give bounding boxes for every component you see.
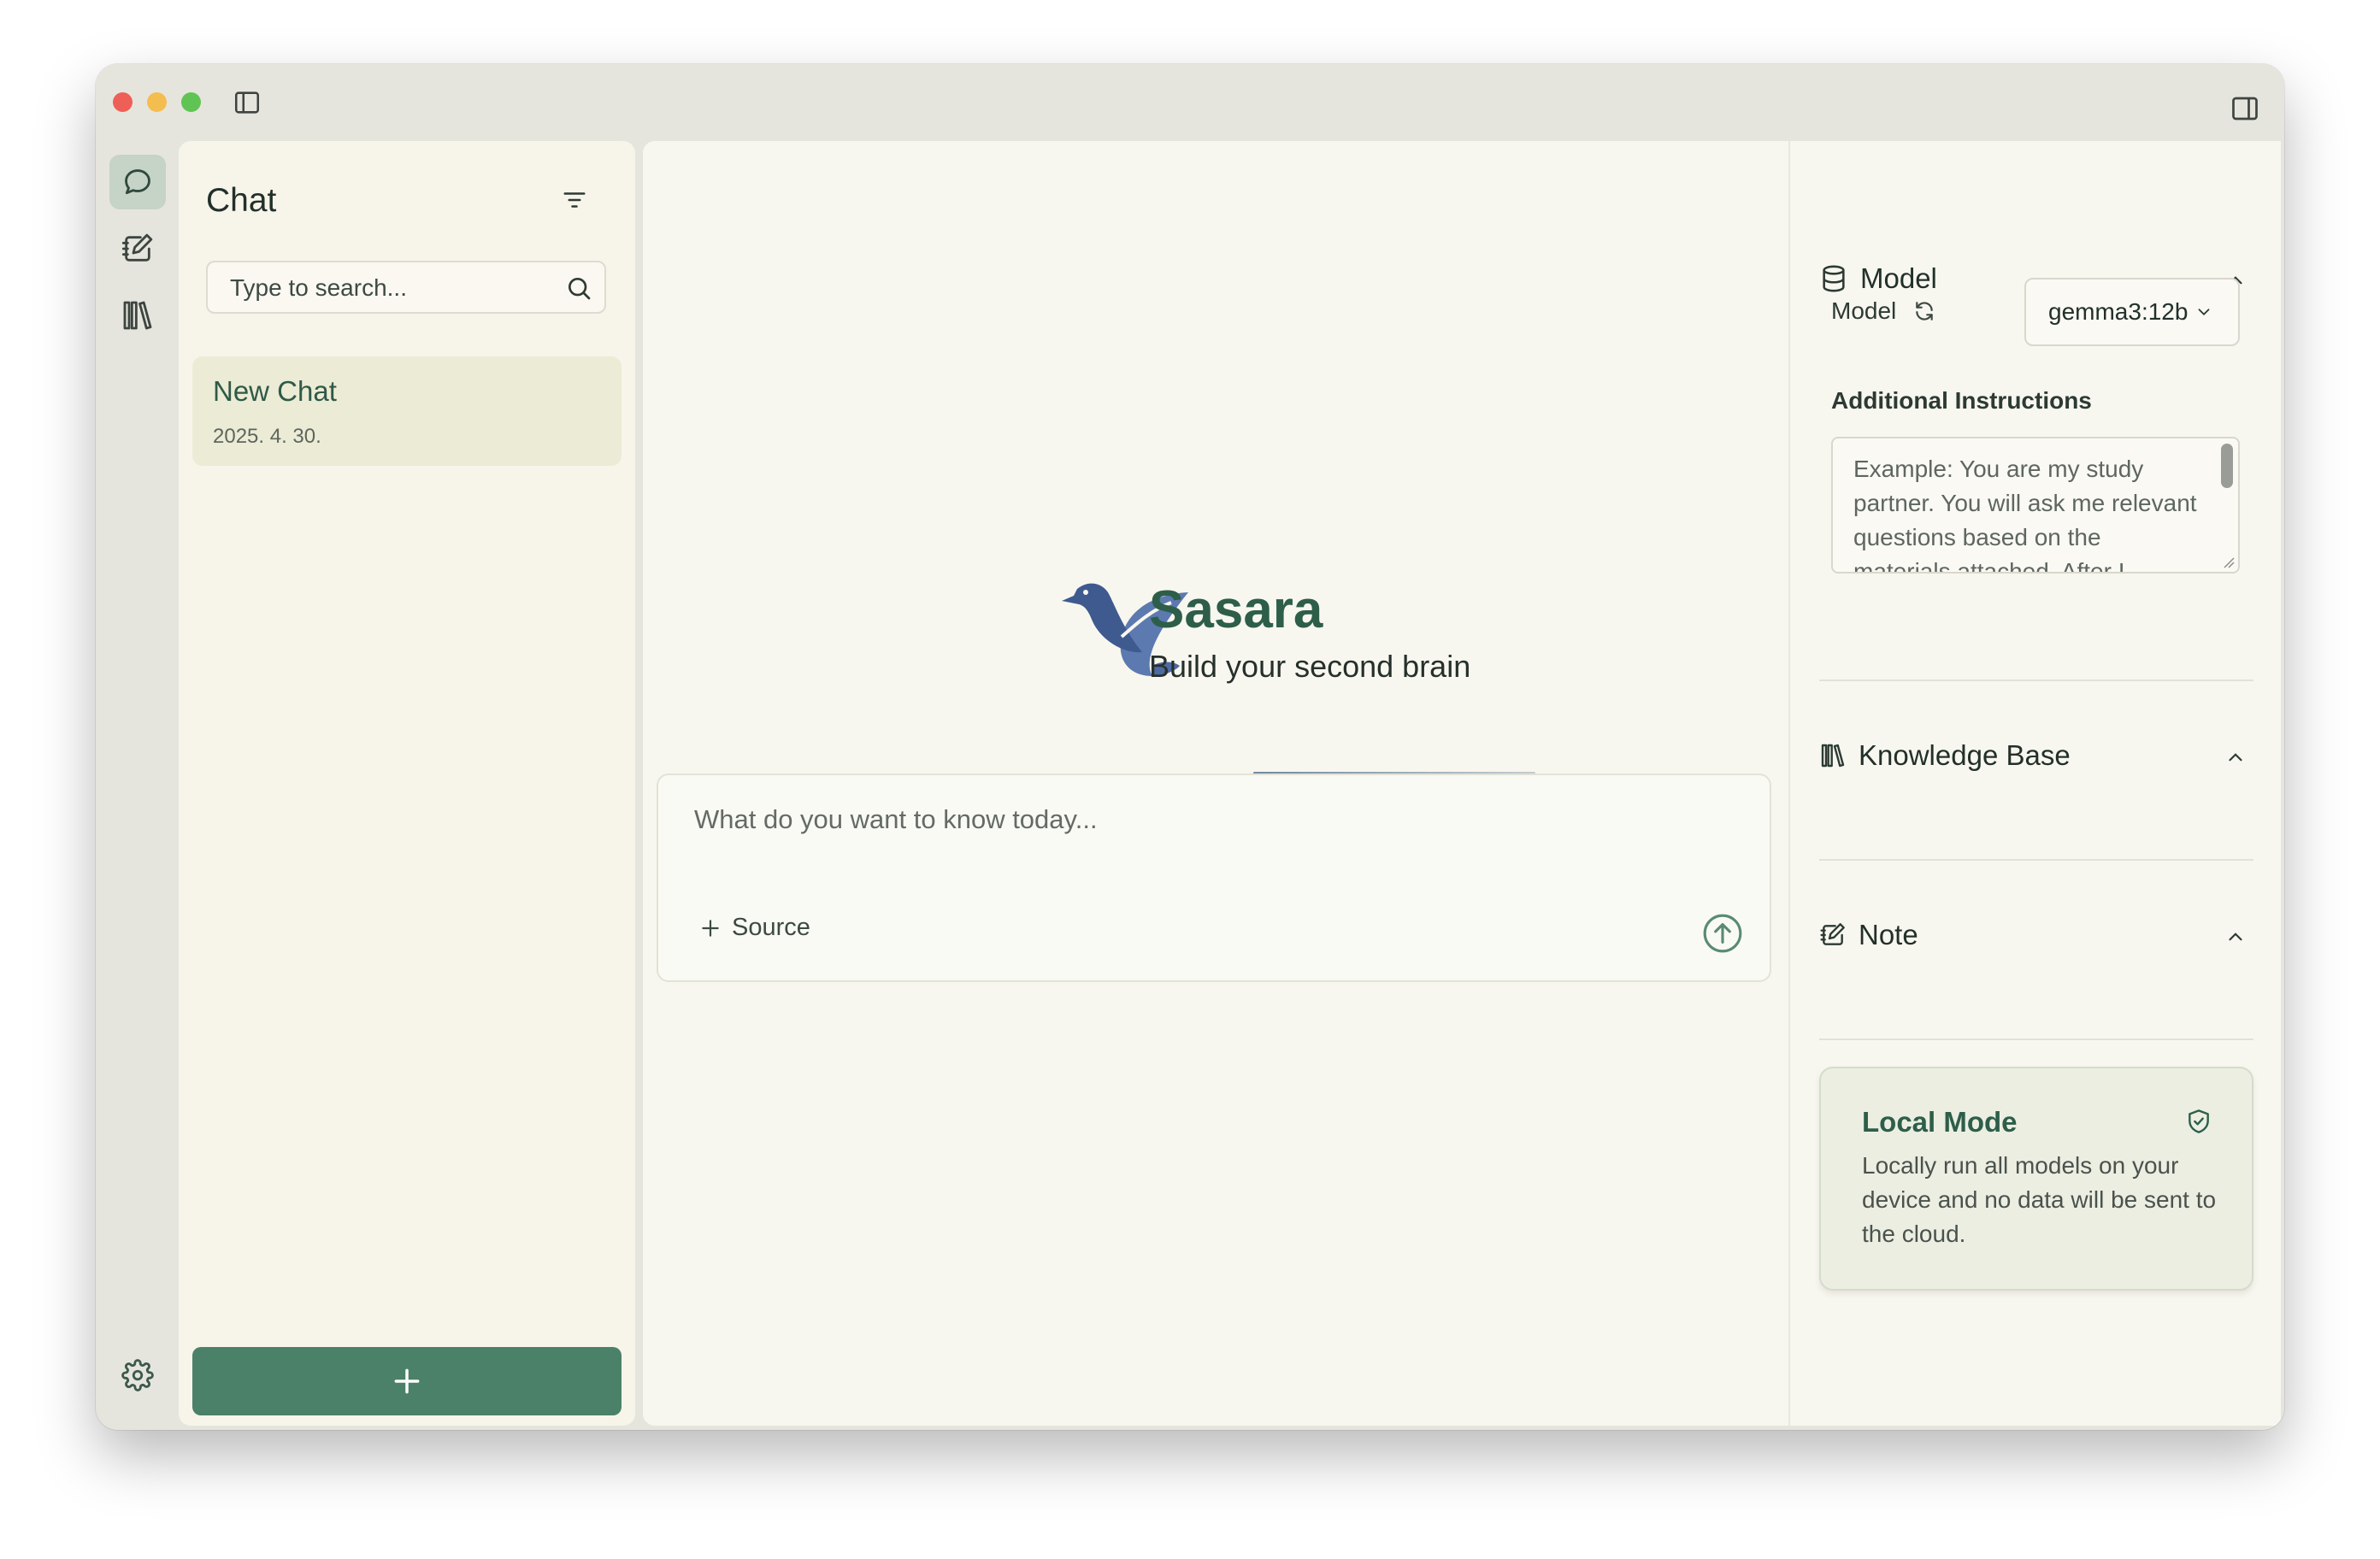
note-section-header[interactable]: Note (1819, 919, 1918, 951)
model-section-title: Model (1860, 262, 1937, 294)
chevron-up-icon[interactable] (2224, 746, 2247, 768)
rail-library-button[interactable] (109, 288, 166, 343)
chat-list-panel: Chat New Chat 2025. 4. 30. (179, 141, 635, 1426)
zoom-window-button[interactable] (181, 92, 201, 112)
note-edit-icon (121, 233, 153, 262)
library-books-icon (123, 301, 152, 330)
note-edit-icon (1820, 923, 1845, 945)
add-source-label: Source (732, 914, 810, 941)
plus-icon (702, 919, 719, 937)
additional-instructions-input[interactable] (1852, 450, 2206, 572)
model-label: Model (1831, 297, 1897, 324)
message-input[interactable] (692, 803, 1722, 857)
sidebar-toggle-icon[interactable] (233, 88, 262, 117)
local-mode-card: Local Mode Locally run all models on you… (1819, 1067, 2253, 1291)
model-select[interactable]: gemma3:12b (2024, 278, 2240, 346)
filter-button[interactable] (555, 180, 594, 220)
chat-list-item[interactable]: New Chat 2025. 4. 30. (192, 356, 622, 466)
rail-notes-button[interactable] (109, 221, 166, 276)
rail-chat-button[interactable] (109, 155, 166, 209)
search-icon[interactable] (565, 274, 592, 302)
chat-item-date: 2025. 4. 30. (213, 425, 321, 448)
message-composer: Source (657, 774, 1771, 982)
chat-item-title: New Chat (213, 375, 337, 407)
chevron-up-icon[interactable] (2224, 926, 2247, 948)
arrow-up-circle-icon (1703, 914, 1742, 953)
section-divider (1819, 679, 2253, 681)
section-divider (1819, 859, 2253, 861)
section-divider (1819, 1038, 2253, 1040)
chevron-down-icon (2199, 309, 2210, 316)
new-chat-button[interactable] (192, 1347, 622, 1415)
brand-name: Sasara (1149, 580, 1323, 639)
model-label-row: Model (1831, 297, 1935, 325)
instructions-scrollbar[interactable] (2221, 444, 2233, 488)
right-panel-toggle-icon[interactable] (2230, 93, 2260, 124)
close-window-button[interactable] (113, 92, 133, 112)
chat-bubble-icon (125, 169, 150, 195)
additional-instructions-label: Additional Instructions (1831, 387, 2092, 414)
minimize-window-button[interactable] (147, 92, 167, 112)
knowledge-base-section-title: Knowledge Base (1859, 739, 2071, 771)
model-select-value: gemma3:12b (2048, 298, 2189, 325)
app-window: Chat New Chat 2025. 4. 30. (96, 64, 2284, 1430)
send-button[interactable] (1701, 912, 1744, 955)
gear-icon (121, 1359, 154, 1391)
filter-icon (563, 192, 586, 208)
model-section-header[interactable]: Model (1819, 262, 1937, 295)
search-box (206, 261, 606, 314)
resize-handle-icon[interactable] (2221, 555, 2235, 568)
main-chat-area: Sasara Build your second brain Source (643, 141, 1788, 1426)
brand-tagline: Build your second brain (1149, 649, 1471, 684)
chat-panel-title: Chat (206, 182, 277, 219)
settings-button[interactable] (109, 1348, 166, 1403)
knowledge-base-section-header[interactable]: Knowledge Base (1819, 739, 2071, 772)
database-icon (1823, 265, 1845, 292)
local-mode-title: Local Mode (1862, 1106, 2018, 1138)
plus-icon (394, 1368, 420, 1394)
refresh-icon[interactable] (1913, 300, 1935, 322)
note-section-title: Note (1859, 919, 1918, 950)
shield-check-icon (2189, 1109, 2209, 1133)
settings-sidebar: Model Model gemma3:12b Additional Instru… (1788, 141, 2281, 1426)
additional-instructions-box (1831, 437, 2240, 574)
local-mode-description: Locally run all models on your device an… (1862, 1152, 2217, 1247)
search-input[interactable] (228, 262, 557, 314)
library-books-icon (1821, 744, 1845, 768)
add-source-button[interactable]: Source (699, 914, 810, 942)
